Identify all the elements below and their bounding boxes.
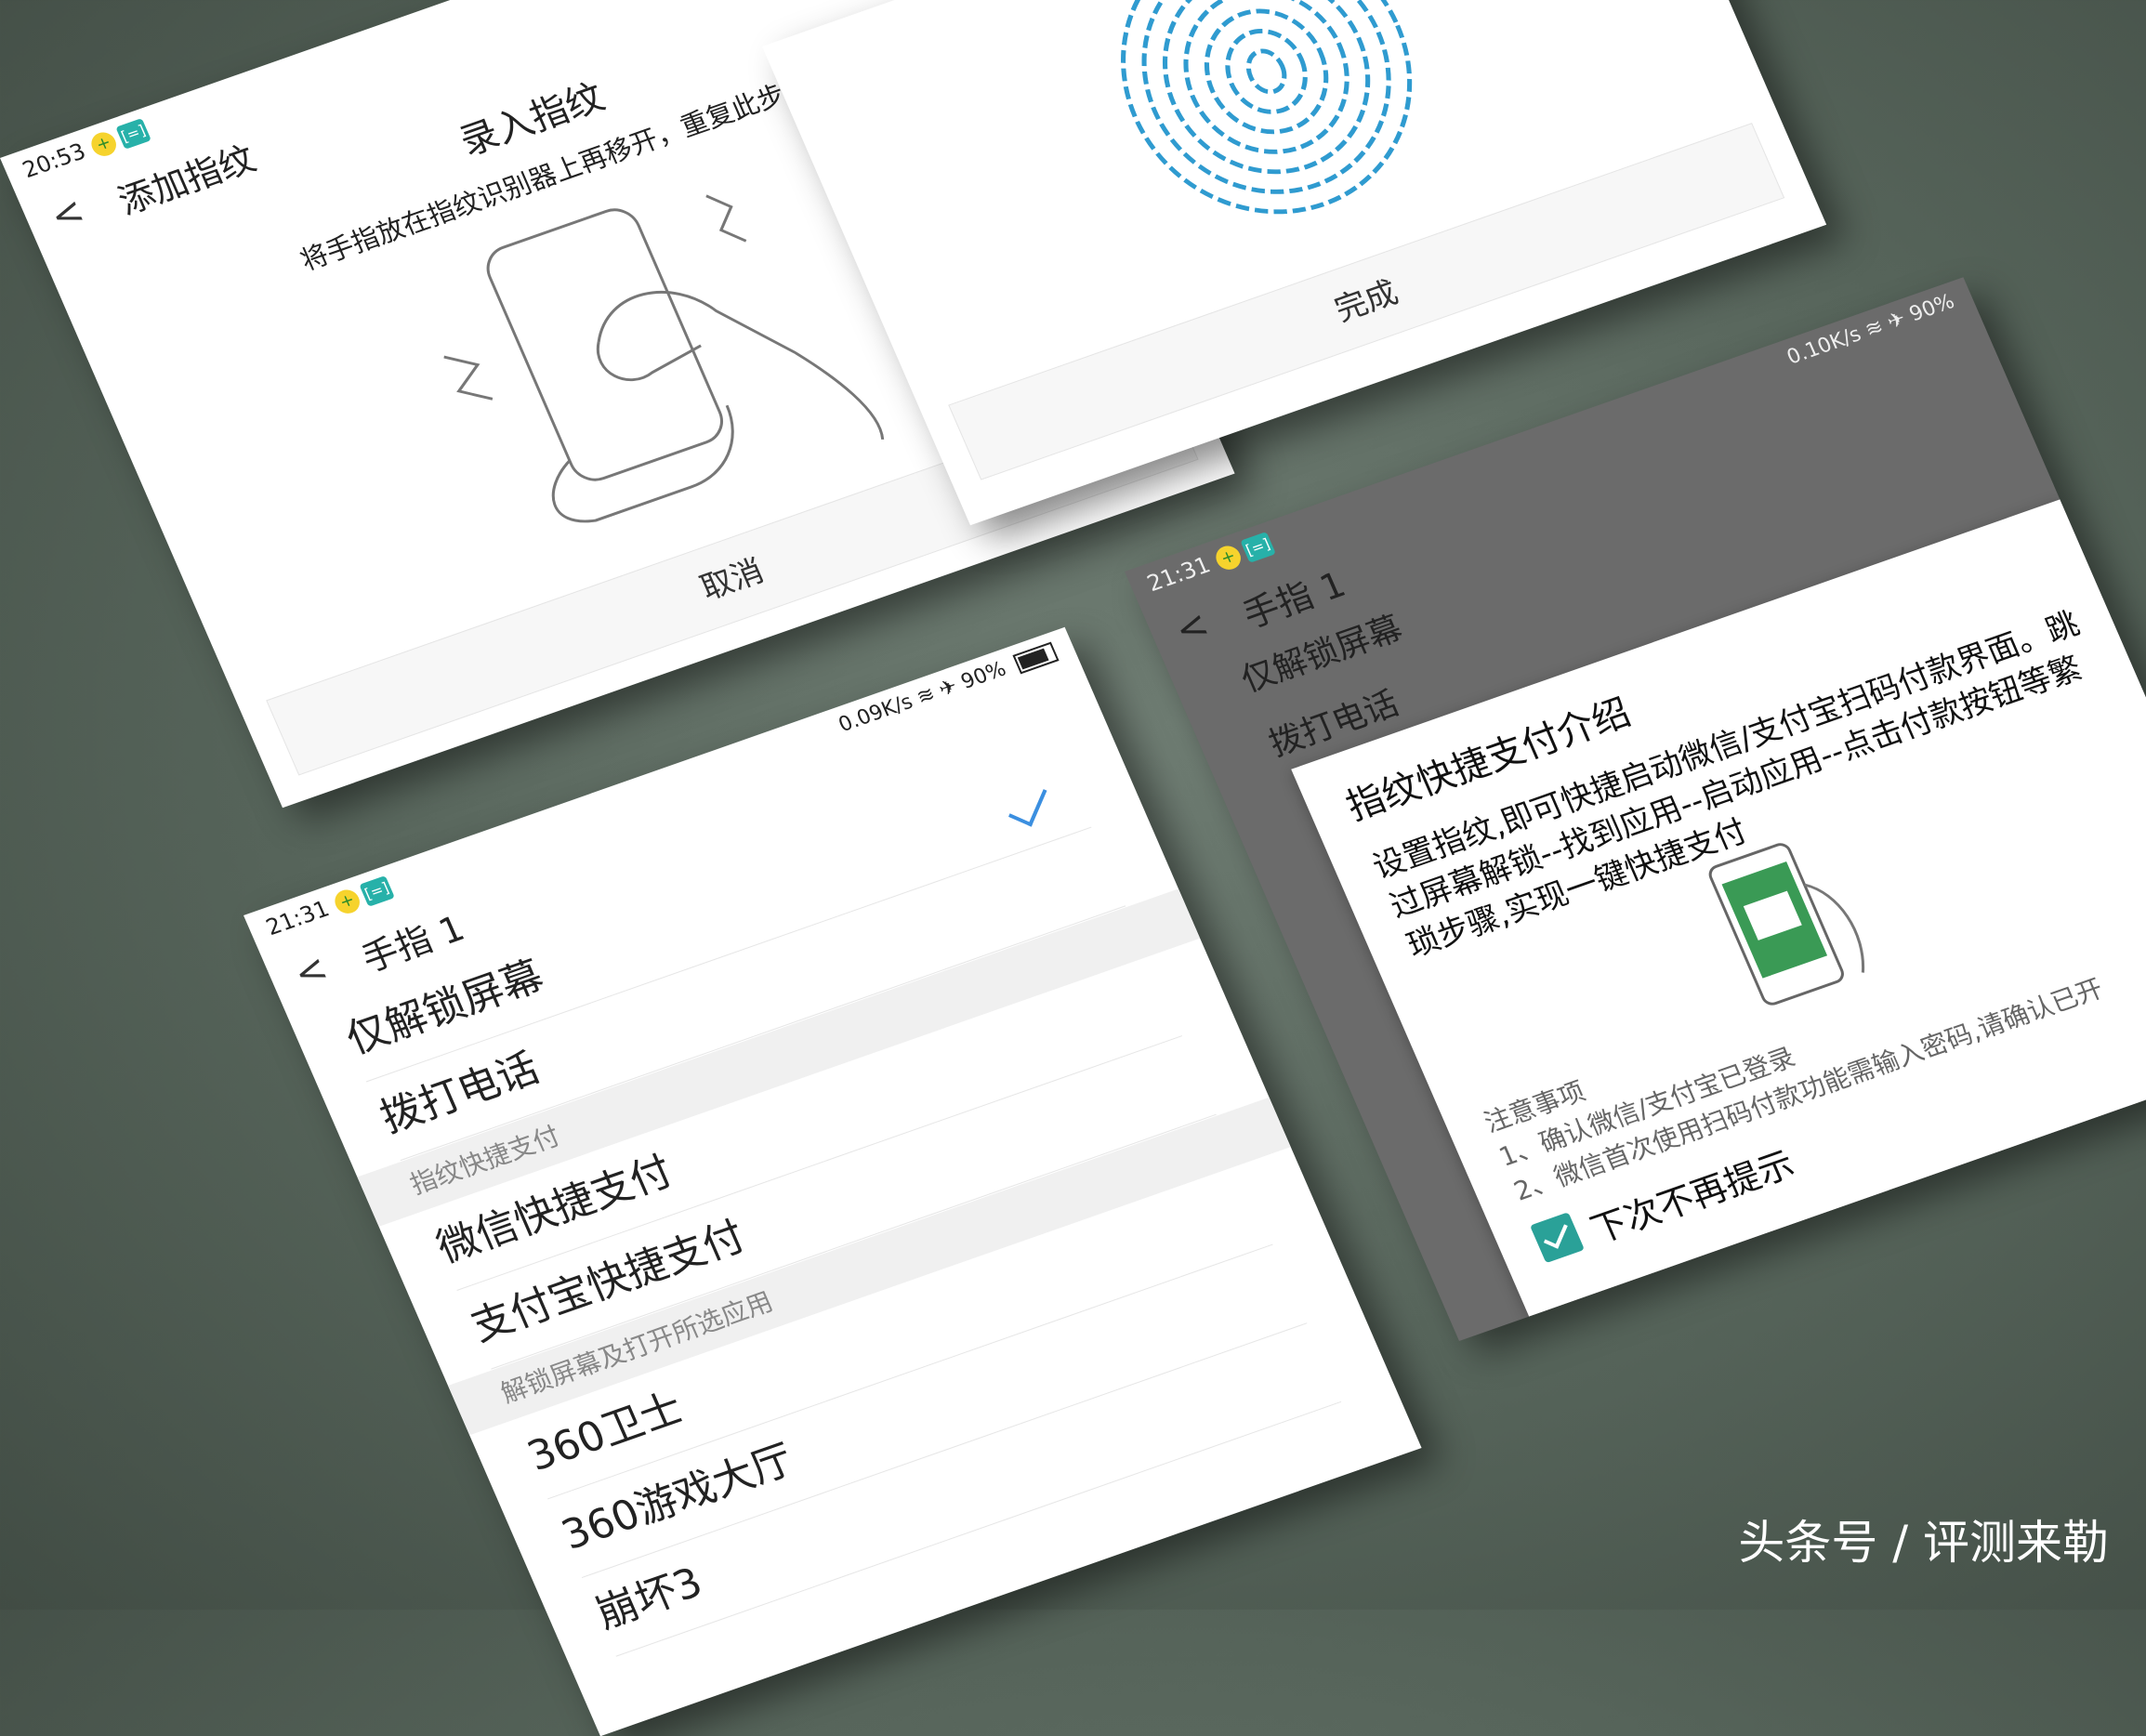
scan-badge-icon: [=] [1240,532,1276,563]
watermark: 头条号 / 评测来勒 [1738,1516,2109,1570]
app-badge-icon: + [331,886,364,917]
battery-percent: 90% [1905,290,1958,327]
battery-percent: 90% [957,657,1010,694]
dont-show-again-checkbox[interactable] [1530,1212,1585,1264]
pay-intro-dialog: 指纹快捷支付介绍 设置指纹,即可快捷启动微信/支付宝扫码付款界面。跳过屏幕解锁-… [1291,499,2146,1317]
scan-badge-icon: [=] [359,875,395,907]
app-badge-icon: + [1212,542,1245,573]
back-icon[interactable]: < [1169,603,1216,652]
back-icon[interactable]: < [45,190,91,239]
scan-badge-icon: [=] [115,118,151,150]
app-badge-icon: + [87,128,121,160]
selected-check-icon [1008,780,1047,827]
option-label: 崩坏3 [588,1558,710,1638]
fingerprint-icon [1121,0,1413,215]
battery-icon [1012,641,1060,675]
back-icon[interactable]: < [288,947,335,996]
